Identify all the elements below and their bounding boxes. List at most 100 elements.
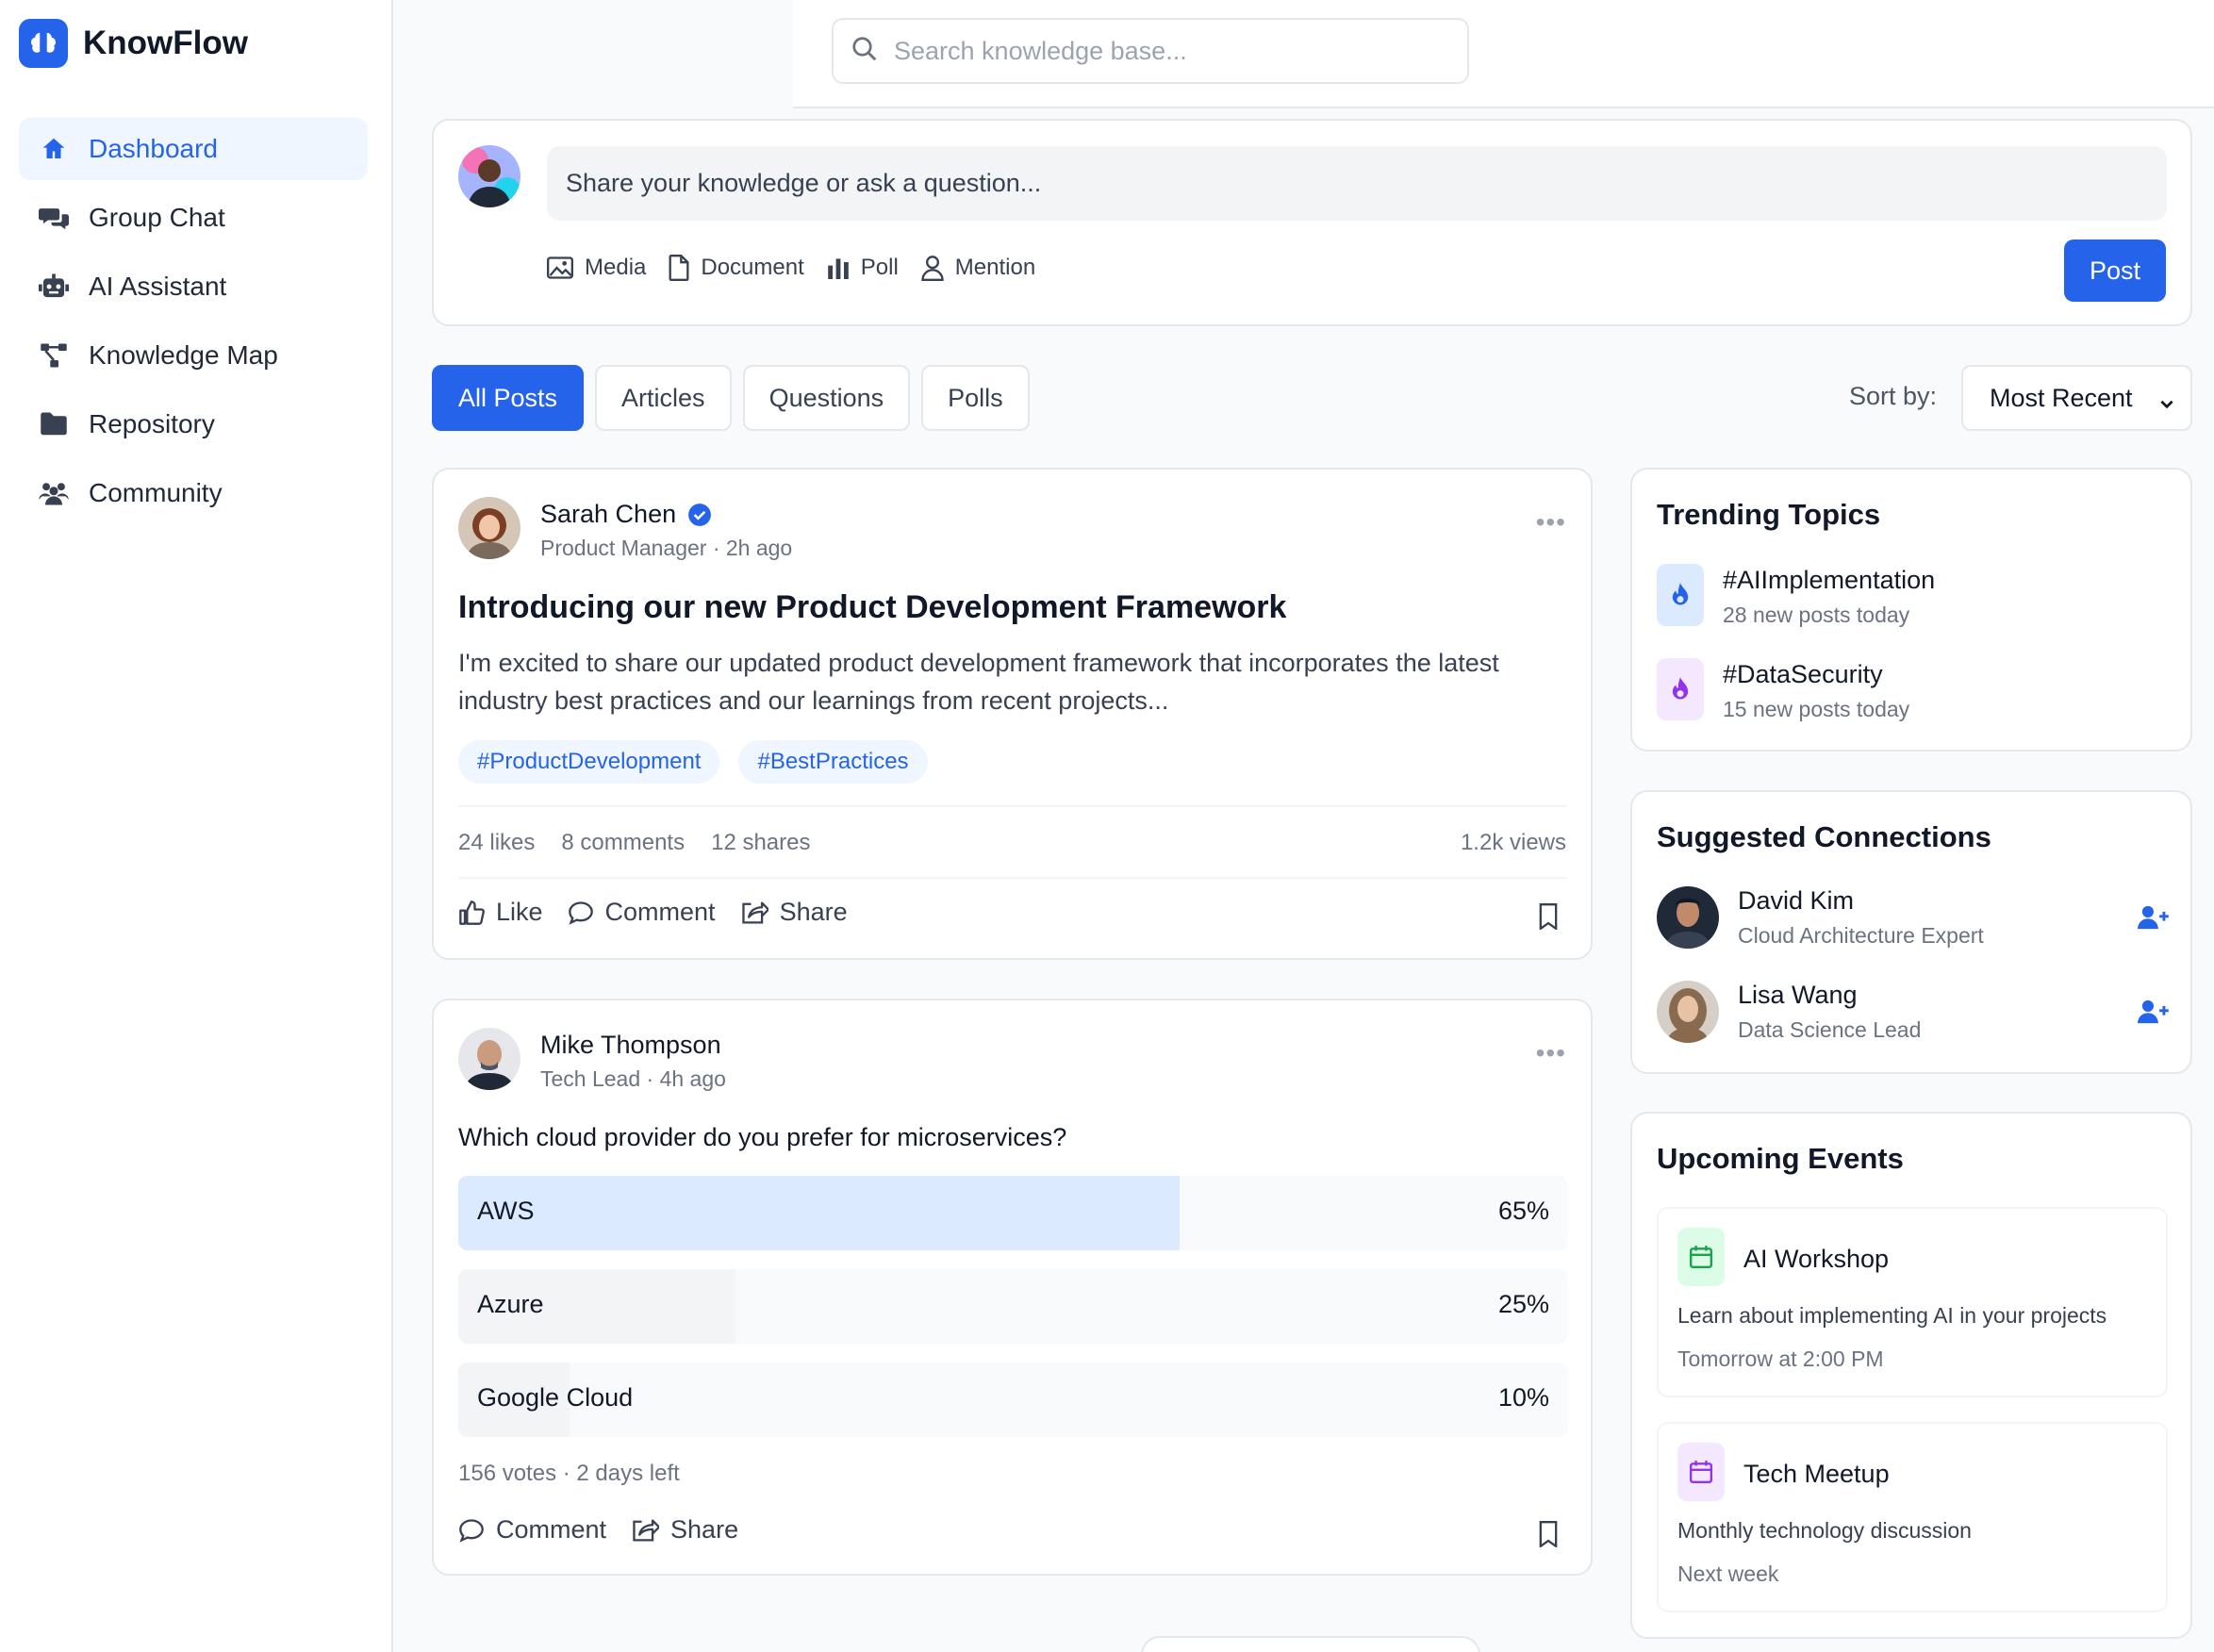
section-title: Suggested Connections (1657, 820, 1991, 853)
poll-option-google-cloud[interactable]: Google Cloud 10% (458, 1363, 1568, 1437)
connection-name[interactable]: Lisa Wang (1738, 981, 1921, 1010)
load-more-button[interactable] (1141, 1636, 1480, 1652)
sidebar-item-label: Group Chat (89, 203, 225, 232)
network-icon (38, 339, 70, 372)
brand[interactable]: KnowFlow (19, 19, 248, 68)
poll-option-azure[interactable]: Azure 25% (458, 1269, 1568, 1344)
add-user-icon[interactable] (2138, 903, 2170, 936)
connection-role: Data Science Lead (1738, 1017, 1922, 1042)
share-button[interactable]: Share (631, 1515, 738, 1545)
tag-chip[interactable]: #ProductDevelopment (458, 740, 720, 784)
poll-button[interactable]: Poll (827, 255, 899, 281)
trending-topic[interactable]: #AIImplementation 28 new posts today (1657, 564, 1935, 628)
thumbs-up-icon (459, 900, 485, 925)
comments-count[interactable]: 8 comments (561, 830, 685, 856)
tab-all-posts[interactable]: All Posts (432, 365, 585, 431)
fire-icon (1657, 658, 1704, 720)
post-button[interactable]: Post (2064, 240, 2166, 302)
post-actions: Like Comment Share (458, 898, 872, 927)
search-input[interactable] (894, 36, 1441, 66)
avatar (458, 145, 520, 207)
event-item[interactable]: AI Workshop Learn about implementing AI … (1657, 1207, 2168, 1397)
author-name[interactable]: Sarah Chen (540, 500, 712, 529)
chevron-down-icon (2158, 389, 2175, 419)
sort-value: Most Recent (1990, 383, 2133, 412)
poll-option-aws[interactable]: AWS 65% (458, 1176, 1568, 1250)
composer-tools: Media Document Poll Mention (547, 255, 1058, 281)
topic-sub: 28 new posts today (1723, 603, 1910, 627)
brain-logo-icon (19, 19, 68, 68)
verified-badge-icon (687, 503, 712, 527)
sidebar-item-ai-assistant[interactable]: AI Assistant (19, 256, 368, 318)
topbar (793, 0, 2214, 108)
brand-name: KnowFlow (83, 25, 248, 61)
tab-questions[interactable]: Questions (742, 365, 911, 431)
topic-name: #AIImplementation (1723, 566, 1936, 594)
search-box[interactable] (832, 18, 1469, 84)
search-icon (851, 35, 879, 68)
post-stats: 24 likes 8 comments 12 shares (458, 830, 837, 856)
poll-option-label: Azure (477, 1290, 544, 1318)
calendar-icon (1677, 1228, 1725, 1286)
more-options-icon[interactable]: ••• (1536, 1038, 1566, 1068)
action-label: Comment (496, 1515, 607, 1544)
bar-chart-icon (827, 258, 849, 279)
connection-name[interactable]: David Kim (1738, 886, 1984, 916)
sidebar-item-label: Knowledge Map (89, 340, 278, 370)
folder-icon (38, 408, 70, 440)
sidebar-item-knowledge-map[interactable]: Knowledge Map (19, 324, 368, 387)
document-button[interactable]: Document (669, 255, 804, 281)
document-icon (669, 255, 689, 281)
tag-chip[interactable]: #BestPractices (738, 740, 928, 784)
comment-button[interactable]: Comment (458, 1515, 606, 1545)
mention-button[interactable]: Mention (921, 255, 1035, 281)
bookmark-icon[interactable] (1538, 1521, 1559, 1552)
media-button[interactable]: Media (547, 255, 646, 281)
event-description: Learn about implementing AI in your proj… (1677, 1303, 2107, 1328)
sort-select[interactable]: Most Recent (1961, 365, 2192, 431)
add-user-icon[interactable] (2138, 998, 2170, 1031)
share-icon (741, 900, 768, 924)
comment-button[interactable]: Comment (568, 898, 716, 927)
home-icon (38, 133, 70, 165)
comment-icon (459, 1518, 484, 1543)
tab-polls[interactable]: Polls (921, 365, 1030, 431)
sidebar-item-repository[interactable]: Repository (19, 393, 368, 455)
avatar[interactable] (1657, 981, 1719, 1043)
post-title[interactable]: Introducing our new Product Development … (458, 589, 1286, 626)
tool-label: Media (585, 255, 647, 280)
avatar[interactable] (1657, 886, 1719, 949)
event-title: Tech Meetup (1743, 1460, 1890, 1488)
user-icon (921, 256, 944, 281)
post-composer: Share your knowledge or ask a question..… (432, 119, 2192, 326)
author-meta: Tech Lead · 4h ago (540, 1066, 726, 1091)
fire-icon (1657, 564, 1704, 626)
author-name[interactable]: Mike Thompson (540, 1031, 721, 1060)
poll-question: Which cloud provider do you prefer for m… (458, 1123, 1067, 1151)
suggested-connections-card: Suggested Connections David Kim Cloud Ar… (1630, 790, 2192, 1074)
share-button[interactable]: Share (740, 898, 848, 927)
sidebar-item-label: Community (89, 478, 223, 507)
tool-label: Document (701, 255, 804, 280)
post-body: I'm excited to share our updated product… (458, 649, 1499, 715)
trending-topic[interactable]: #DataSecurity 15 new posts today (1657, 658, 1909, 722)
event-item[interactable]: Tech Meetup Monthly technology discussio… (1657, 1422, 2168, 1612)
more-options-icon[interactable]: ••• (1536, 507, 1566, 537)
shares-count[interactable]: 12 shares (711, 830, 810, 856)
topic-sub: 15 new posts today (1723, 697, 1910, 721)
sort-label: Sort by: (1849, 382, 1938, 410)
tab-articles[interactable]: Articles (595, 365, 732, 431)
bookmark-icon[interactable] (1538, 903, 1559, 934)
section-title: Trending Topics (1657, 498, 1881, 531)
like-button[interactable]: Like (458, 898, 543, 927)
robot-icon (38, 271, 70, 303)
sidebar-item-dashboard[interactable]: Dashboard (19, 118, 368, 180)
comment-icon (568, 900, 593, 925)
sidebar-item-group-chat[interactable]: Group Chat (19, 187, 368, 249)
sidebar-item-community[interactable]: Community (19, 462, 368, 524)
divider (458, 805, 1566, 807)
poll-option-label: Google Cloud (477, 1383, 634, 1412)
event-time: Tomorrow at 2:00 PM (1677, 1346, 1884, 1371)
likes-count[interactable]: 24 likes (458, 830, 535, 856)
composer-input[interactable]: Share your knowledge or ask a question..… (547, 146, 2167, 221)
